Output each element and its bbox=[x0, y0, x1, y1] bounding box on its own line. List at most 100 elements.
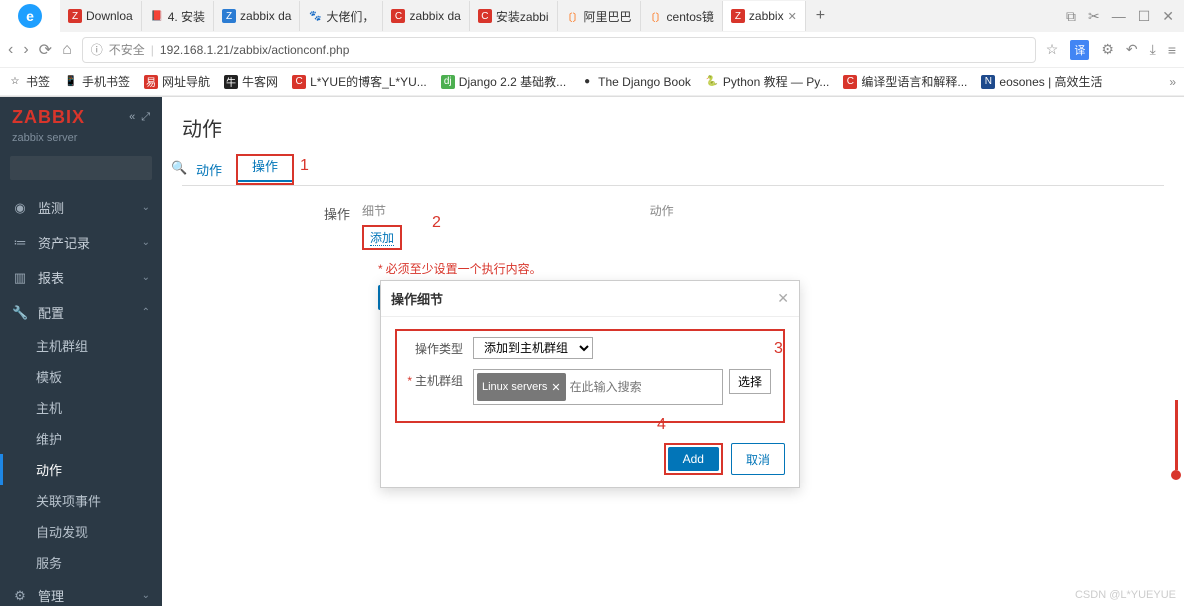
screenshot-icon[interactable]: ✂ bbox=[1088, 8, 1100, 25]
tab-label: 安装zabbi bbox=[496, 8, 549, 25]
browser-chrome: e ZDownloa📕4. 安装Zzabbix da🐾大佬们，Czabbix d… bbox=[0, 0, 1184, 97]
browser-tab-8[interactable]: Zzabbix✕ bbox=[723, 1, 806, 31]
bookmark-item-9[interactable]: Neosones | 高效生活 bbox=[981, 73, 1102, 90]
modal-cancel-button[interactable]: 取消 bbox=[731, 443, 785, 475]
browser-tab-7[interactable]: 〔〕 centos镜 bbox=[641, 1, 723, 31]
browser-tab-3[interactable]: 🐾大佬们， bbox=[300, 1, 383, 31]
add-operation-link[interactable]: 添加 bbox=[370, 231, 394, 246]
pin-icon[interactable]: ⧉ bbox=[1066, 8, 1076, 25]
browser-tab-1[interactable]: 📕4. 安装 bbox=[142, 1, 214, 31]
tab-favicon: 〔〕 bbox=[649, 9, 663, 23]
bookmark-label: 书签 bbox=[26, 73, 50, 90]
new-tab-button[interactable]: + bbox=[806, 7, 835, 25]
sidebar-section-2[interactable]: ▥报表⌄ bbox=[0, 260, 162, 295]
browser-tab-0[interactable]: ZDownloa bbox=[60, 1, 142, 31]
minimize-button[interactable]: — bbox=[1112, 8, 1126, 25]
bookmark-icon: C bbox=[292, 75, 306, 89]
sidebar-section-0[interactable]: ◉监测⌄ bbox=[0, 190, 162, 225]
address-bar[interactable]: ⓘ 不安全 | 192.168.1.21/zabbix/actionconf.p… bbox=[82, 37, 1036, 63]
bookmark-label: eosones | 高效生活 bbox=[999, 73, 1102, 90]
sidebar-search[interactable]: 🔍 bbox=[10, 156, 152, 180]
bookmark-more-icon[interactable]: » bbox=[1169, 75, 1176, 89]
sidebar-sub-3-2[interactable]: 主机 bbox=[0, 392, 162, 423]
tab-favicon: Z bbox=[731, 9, 745, 23]
tab-favicon: Z bbox=[68, 9, 82, 23]
window-controls: ⧉ ✂ — ☐ ✕ bbox=[1066, 8, 1184, 25]
sidebar-sub-3-5[interactable]: 关联项事件 bbox=[0, 485, 162, 516]
bookmark-label: 编译型语言和解释... bbox=[861, 73, 967, 90]
bookmark-icon: ☆ bbox=[8, 75, 22, 89]
sidebar-section-4[interactable]: ⚙管理⌄ bbox=[0, 578, 162, 613]
maximize-button[interactable]: ☐ bbox=[1138, 8, 1151, 25]
hostgroup-tag: Linux servers ✕ bbox=[477, 373, 566, 401]
sidebar-sub-3-0[interactable]: 主机群组 bbox=[0, 330, 162, 361]
sidebar-sub-3-4[interactable]: 动作 bbox=[0, 454, 162, 485]
bookmark-item-1[interactable]: 📱手机书签 bbox=[64, 73, 130, 90]
sidebar-sub-3-1[interactable]: 模板 bbox=[0, 361, 162, 392]
settings-icon[interactable]: ⚙ bbox=[1101, 41, 1114, 58]
nav-bar: ‹ › ⟳ ⌂ ⓘ 不安全 | 192.168.1.21/zabbix/acti… bbox=[0, 32, 1184, 68]
operations-label: 操作 bbox=[182, 202, 362, 223]
remove-tag-icon[interactable]: ✕ bbox=[551, 381, 560, 394]
browser-tab-6[interactable]: 〔〕阿里巴巴 bbox=[558, 1, 641, 31]
section-icon: ⚙ bbox=[12, 588, 28, 604]
back-button[interactable]: ‹ bbox=[8, 41, 13, 59]
security-label: 不安全 bbox=[109, 41, 145, 58]
menu-icon[interactable]: ≡ bbox=[1168, 42, 1176, 58]
home-button[interactable]: ⌂ bbox=[62, 41, 72, 59]
warn-text: *必须至少设置一个执行内容。 bbox=[378, 260, 1164, 277]
bookmark-label: Django 2.2 基础教... bbox=[459, 73, 566, 90]
bookmark-item-3[interactable]: 牛牛客网 bbox=[224, 73, 278, 90]
bookmark-item-6[interactable]: ●The Django Book bbox=[580, 75, 691, 89]
sidebar-sub-3-3[interactable]: 维护 bbox=[0, 423, 162, 454]
modal-close-button[interactable]: ✕ bbox=[777, 290, 789, 307]
annotation-4: 4 bbox=[657, 416, 666, 434]
undo-icon[interactable]: ↶ bbox=[1126, 41, 1138, 58]
tab-action[interactable]: 动作 bbox=[182, 154, 236, 185]
browser-logo[interactable]: e bbox=[0, 0, 60, 32]
tab-close-icon[interactable]: ✕ bbox=[788, 10, 797, 23]
forward-button[interactable]: › bbox=[23, 41, 28, 59]
url-text: 192.168.1.21/zabbix/actionconf.php bbox=[160, 43, 349, 57]
collapse-icon[interactable]: « bbox=[129, 111, 135, 124]
browser-tab-2[interactable]: Zzabbix da bbox=[214, 1, 300, 31]
browser-tab-5[interactable]: C安装zabbi bbox=[470, 1, 558, 31]
bookmark-label: L*YUE的博客_L*YU... bbox=[310, 73, 427, 90]
sidebar-section-3[interactable]: 🔧配置⌃ bbox=[0, 295, 162, 330]
download-icon[interactable]: ⤓ bbox=[1150, 41, 1156, 58]
bookmark-icon: 易 bbox=[144, 75, 158, 89]
bookmark-label: 手机书签 bbox=[82, 73, 130, 90]
reload-button[interactable]: ⟳ bbox=[39, 40, 52, 60]
chevron-icon: ⌄ bbox=[142, 202, 150, 213]
bookmark-item-4[interactable]: C L*YUE的博客_L*YU... bbox=[292, 73, 427, 90]
bookmark-item-2[interactable]: 易网址导航 bbox=[144, 73, 210, 90]
modal-add-button[interactable]: Add bbox=[668, 447, 719, 471]
bookmark-item-7[interactable]: 🐍Python 教程 — Py... bbox=[705, 73, 829, 90]
browser-logo-icon: e bbox=[18, 4, 42, 28]
op-type-select[interactable]: 添加到主机群组 bbox=[473, 337, 593, 359]
close-window-button[interactable]: ✕ bbox=[1162, 8, 1174, 25]
star-icon[interactable]: ☆ bbox=[1046, 41, 1059, 58]
sidebar-sub-3-6[interactable]: 自动发现 bbox=[0, 516, 162, 547]
hostgroup-search-input[interactable] bbox=[570, 373, 719, 401]
hostgroup-field[interactable]: Linux servers ✕ bbox=[473, 369, 723, 405]
sidebar-sub-3-7[interactable]: 服务 bbox=[0, 547, 162, 578]
zabbix-logo[interactable]: ZABBIX bbox=[12, 107, 85, 128]
watermark: CSDN @L*YUEYUE bbox=[1075, 589, 1176, 601]
bookmark-label: Python 教程 — Py... bbox=[723, 73, 829, 90]
translate-icon[interactable]: 译 bbox=[1070, 40, 1089, 60]
browser-tab-4[interactable]: Czabbix da bbox=[383, 1, 469, 31]
section-icon: ≔ bbox=[12, 235, 28, 251]
tab-label: centos镜 bbox=[667, 8, 714, 25]
tab-label: zabbix da bbox=[240, 9, 291, 23]
sidebar-section-1[interactable]: ≔资产记录⌄ bbox=[0, 225, 162, 260]
bookmark-item-8[interactable]: C编译型语言和解释... bbox=[843, 73, 967, 90]
select-hostgroup-button[interactable]: 选择 bbox=[729, 369, 771, 394]
tab-operation[interactable]: 操作 bbox=[238, 153, 292, 182]
bookmark-item-0[interactable]: ☆ 书签 bbox=[8, 73, 50, 90]
bookmark-item-5[interactable]: djDjango 2.2 基础教... bbox=[441, 73, 566, 90]
expand-icon[interactable]: ⤢ bbox=[141, 111, 150, 124]
tab-label: 阿里巴巴 bbox=[584, 8, 632, 25]
search-input[interactable] bbox=[16, 161, 171, 175]
tab-favicon: C bbox=[391, 9, 405, 23]
